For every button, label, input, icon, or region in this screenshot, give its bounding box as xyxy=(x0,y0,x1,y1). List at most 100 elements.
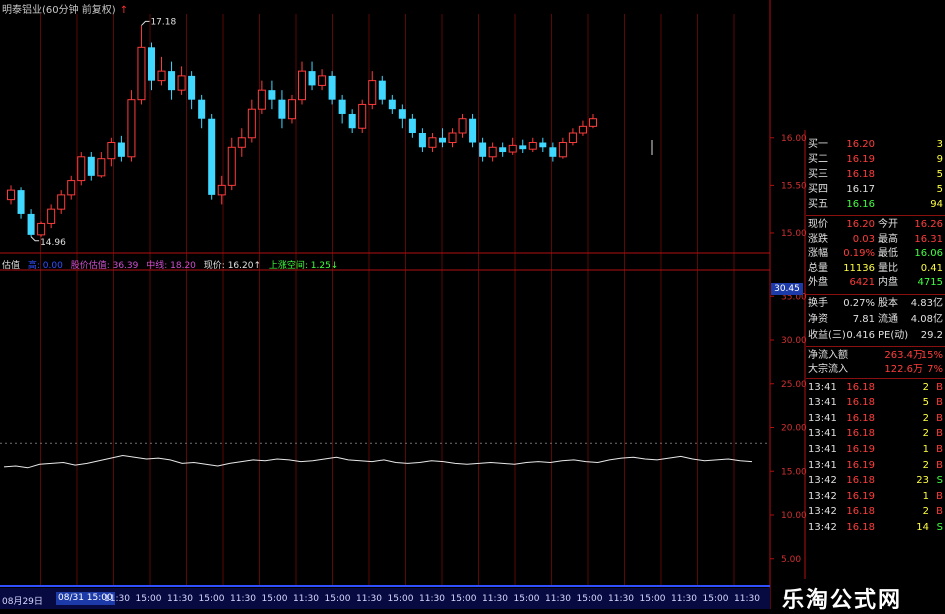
panel-separator xyxy=(806,345,945,347)
fundamental-row: 换手 0.27% 股本 4.83亿 xyxy=(806,297,945,310)
money-flow-pct: 15% xyxy=(920,349,943,361)
candle-body-up xyxy=(37,222,46,236)
chart-canvas[interactable]: 17.18 14.96 16.00 15.50 15.00 3 5.00 30.00 25.00… xyxy=(0,0,945,609)
candle-body-down xyxy=(388,99,396,110)
bid-volume: 9 xyxy=(936,154,943,165)
watermark-title: 乐淘公式网 xyxy=(782,587,903,612)
tick-time: 13:41 xyxy=(808,412,837,424)
fundamental-label: 换手 xyxy=(808,297,828,309)
candle-body-down xyxy=(147,47,156,81)
quote-stat-value: 6421 xyxy=(849,277,875,288)
candle-body-up xyxy=(107,142,116,160)
money-flow-value: 122.6万 xyxy=(884,363,923,375)
fundamental-value: 29.2 xyxy=(920,329,943,341)
time-axis-label: 11:30 xyxy=(608,594,634,604)
indicator-name: 估值 xyxy=(2,261,21,271)
tick-row: 13:42 16.18 23 S xyxy=(806,474,945,487)
tick-volume: 2 xyxy=(922,506,929,518)
bid-level-label: 买一 xyxy=(808,139,828,150)
tick-price: 16.19 xyxy=(846,459,875,471)
time-axis-label: 15:00 xyxy=(324,594,351,604)
quote-stat-label: 现价 xyxy=(808,219,828,230)
tick-price: 16.19 xyxy=(846,443,875,455)
indicator-header: 估值 高: 0.00 股价估值: 36.39 中线: 18.20 现价: 16.… xyxy=(2,258,343,271)
candle-body-down xyxy=(117,142,125,157)
bid-level-row: 买五 16.16 94 xyxy=(806,198,945,211)
time-axis-label: 11:30 xyxy=(734,594,760,604)
candle-body-up xyxy=(318,75,327,86)
time-axis[interactable]: 08月29日 08/31 15:00 11:30 15:00 11:30 15:00 1… xyxy=(0,588,770,609)
bid-volume: 5 xyxy=(936,169,943,180)
time-axis-label: 11:30 xyxy=(104,594,130,604)
bid-level-row: 买四 16.17 5 xyxy=(806,183,945,196)
tick-time: 13:41 xyxy=(808,459,837,471)
bid-price: 16.20 xyxy=(846,139,875,150)
time-axis-label: 11:30 xyxy=(167,594,193,604)
candle-body-up xyxy=(488,146,497,158)
candle-body-up xyxy=(67,180,76,196)
candle-body-up xyxy=(358,103,367,129)
quote-stat-row: 总量 11136 量比 0.41 xyxy=(806,262,945,275)
tick-volume: 1 xyxy=(922,443,929,455)
tick-side: B xyxy=(936,459,943,471)
tick-time: 13:42 xyxy=(808,490,837,502)
candle-body-down xyxy=(539,142,547,148)
fundamental-value: 0.27% xyxy=(843,297,875,309)
candle-body-up xyxy=(297,70,307,101)
candle-body-down xyxy=(378,80,386,100)
candle-body-up xyxy=(157,70,166,82)
time-axis-label: 15:00 xyxy=(702,594,729,604)
fundamental-value: 4.08亿 xyxy=(910,313,943,325)
quote-stat-label: 最低 xyxy=(878,248,898,259)
money-flow-value: 263.4万 xyxy=(884,349,923,361)
candle-body-down xyxy=(188,75,196,100)
fundamental-label: 流通 xyxy=(878,313,898,325)
candle-body-down xyxy=(168,71,176,91)
indicator-item-price: 现价: 16.20↑ xyxy=(203,261,261,271)
quote-stat-label: 内盘 xyxy=(878,277,898,288)
low-price-label: 14.96 xyxy=(40,238,66,248)
fundamental-value: 7.81 xyxy=(852,313,875,325)
tick-side: B xyxy=(936,506,943,518)
indicator-axis-label: 5.00 xyxy=(781,555,801,565)
time-axis-label: 11:30 xyxy=(545,594,571,604)
time-axis-start-date: 08月29日 xyxy=(2,597,43,607)
tick-row: 13:41 16.18 2 B xyxy=(806,381,945,394)
bid-level-label: 买五 xyxy=(808,199,828,210)
valuation-line xyxy=(3,454,753,469)
tick-volume: 2 xyxy=(922,459,929,471)
time-axis-label: 15:00 xyxy=(576,594,603,604)
quote-stat-value: 0.03 xyxy=(852,233,875,245)
candle-body-up xyxy=(217,184,226,196)
candle-body-down xyxy=(438,137,446,143)
tick-time: 13:41 xyxy=(808,381,837,393)
time-axis-label: 15:00 xyxy=(198,594,225,604)
candle-body-up xyxy=(448,132,457,144)
candle-body-down xyxy=(268,90,276,100)
bid-price: 16.19 xyxy=(846,154,875,165)
panel-separator xyxy=(806,293,945,295)
bid-level-label: 买二 xyxy=(808,154,828,165)
tick-side: B xyxy=(936,412,943,424)
price-axis-label: 15.00 xyxy=(781,229,807,239)
tick-side: B xyxy=(936,381,943,393)
money-flow-label: 大宗流入 xyxy=(808,363,848,375)
bid-price: 16.17 xyxy=(846,184,875,195)
candle-body-up xyxy=(137,46,146,101)
tick-price: 16.18 xyxy=(846,412,875,424)
tick-price: 16.18 xyxy=(846,381,875,393)
panel-separator xyxy=(806,377,945,379)
quote-stat-row: 现价 16.20 今开 16.26 xyxy=(806,218,945,231)
fundamental-label: 净资 xyxy=(808,313,828,325)
quote-stat-value: 16.31 xyxy=(914,233,943,245)
time-axis-label: 11:30 xyxy=(419,594,445,604)
tick-side: B xyxy=(936,397,943,409)
fundamental-label: PE(动) xyxy=(878,329,909,341)
bid-level-row: 买三 16.18 5 xyxy=(806,168,945,181)
tick-side: S xyxy=(936,521,943,533)
time-axis-label: 15:00 xyxy=(135,594,162,604)
fundamental-row: 收益(三) 0.416 PE(动) 29.2 xyxy=(806,329,945,342)
tick-row: 13:41 16.18 2 B xyxy=(806,412,945,425)
tick-time: 13:41 xyxy=(808,428,837,440)
tick-price: 16.19 xyxy=(846,490,875,502)
